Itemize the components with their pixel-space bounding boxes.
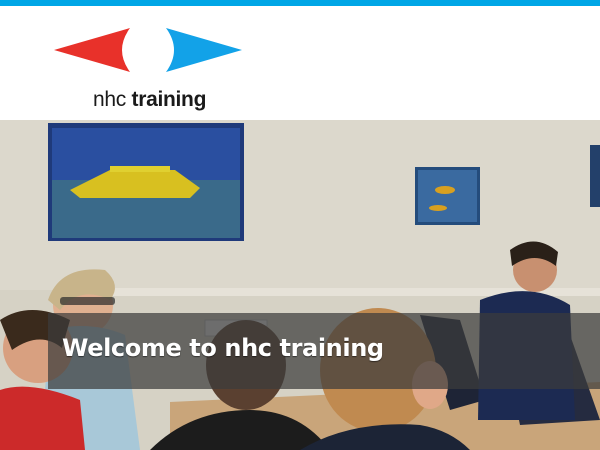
site-header: nhc training (0, 6, 600, 120)
nhc-training-logo[interactable]: nhc training (52, 24, 244, 118)
classroom-photo (0, 120, 600, 450)
hero-banner: Welcome to nhc training (0, 120, 600, 450)
logo-arrows-icon (54, 28, 242, 72)
welcome-title: Welcome to nhc training (62, 334, 384, 362)
logo-word-nhc: nhc (93, 88, 126, 111)
welcome-banner: Welcome to nhc training (48, 313, 600, 389)
logo-word-training: training (131, 88, 207, 111)
logo-wordmark: nhc training (93, 88, 206, 112)
